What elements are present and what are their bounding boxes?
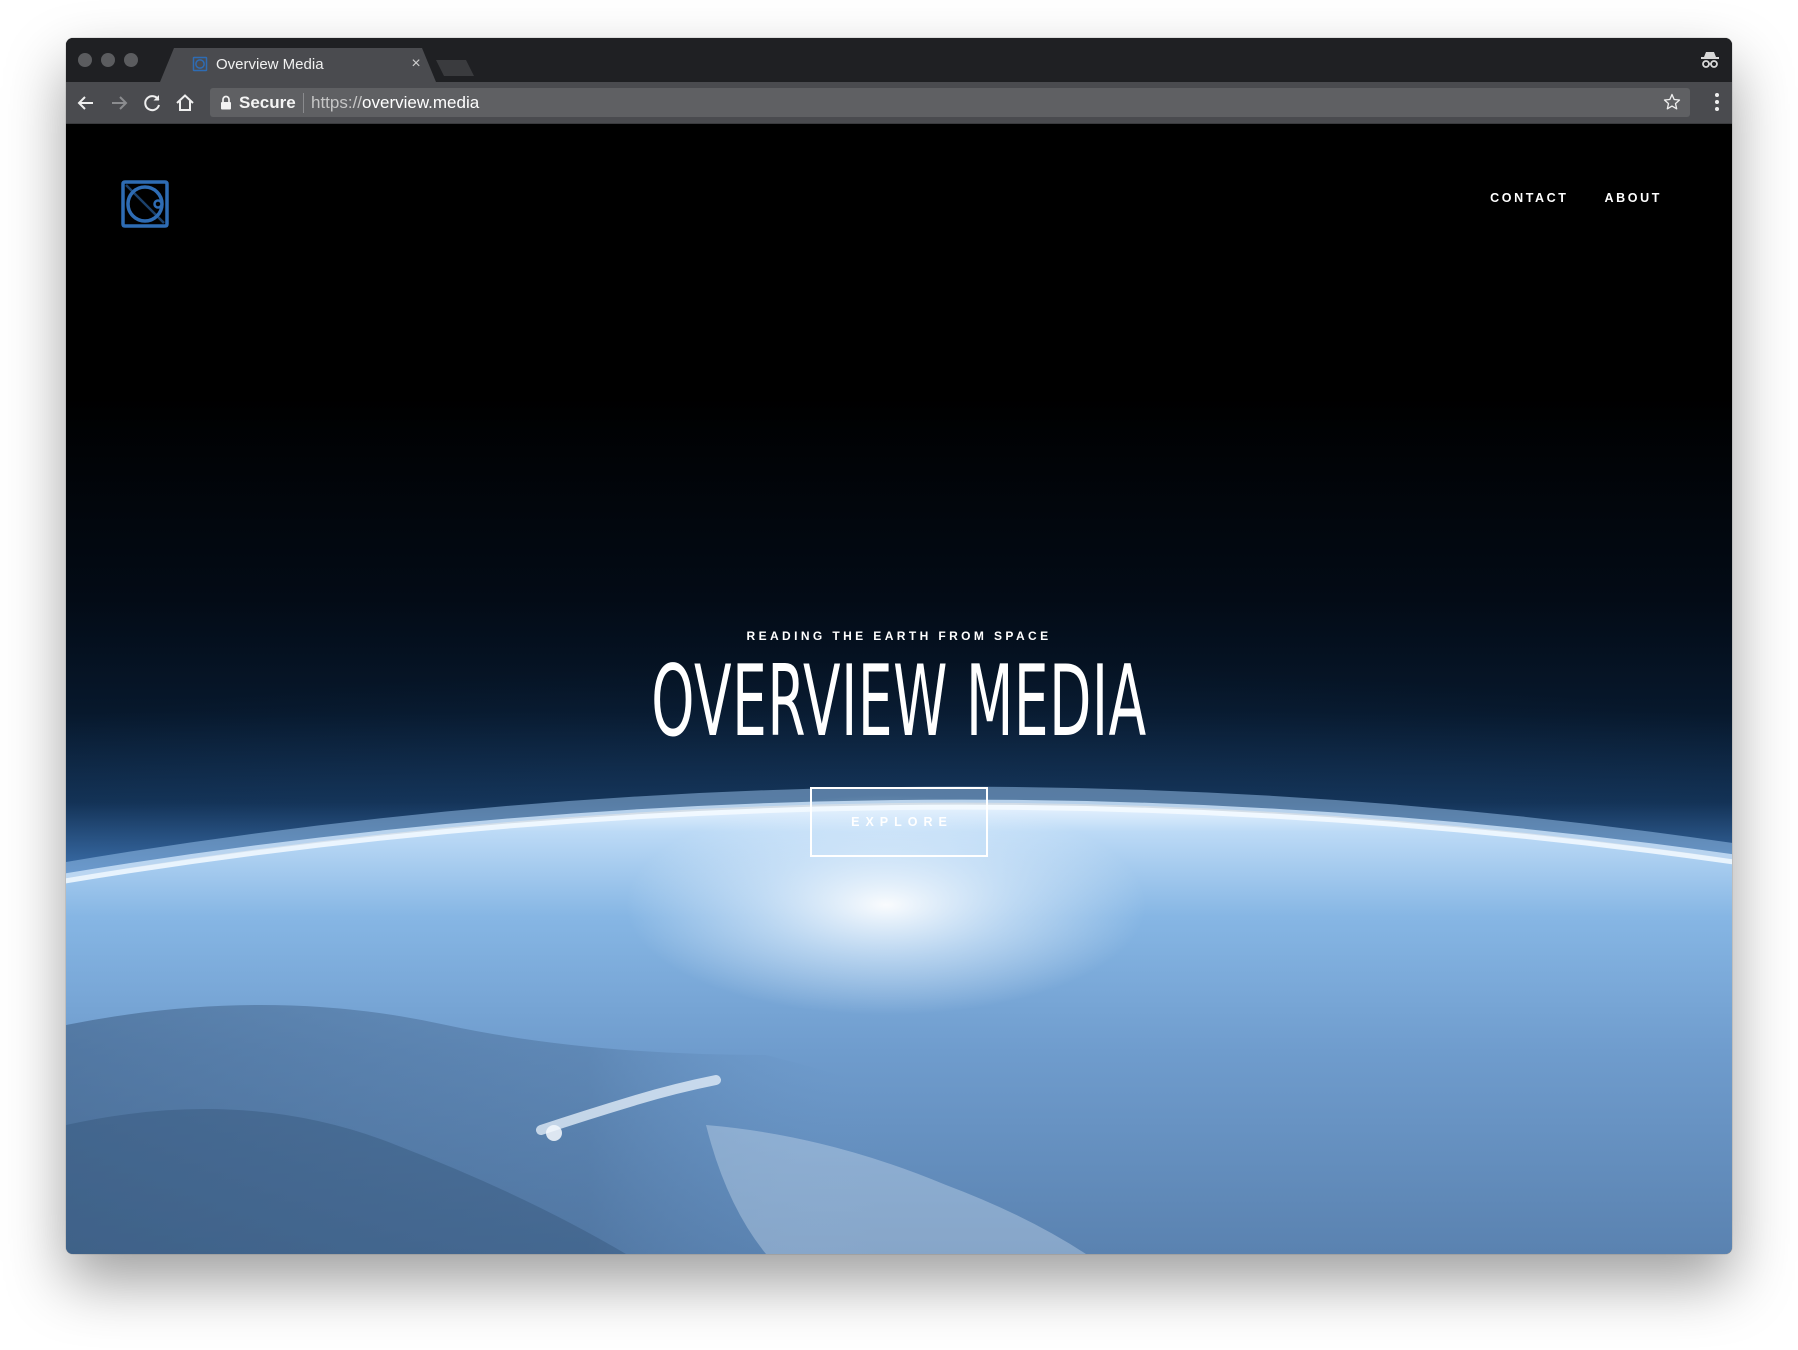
url-host: overview.media bbox=[362, 93, 480, 112]
page-viewport: CONTACT ABOUT READING THE EARTH FROM SPA… bbox=[66, 125, 1732, 1254]
hero-eyebrow: READING THE EARTH FROM SPACE bbox=[746, 629, 1052, 643]
nav-contact-link[interactable]: CONTACT bbox=[1490, 191, 1568, 205]
url-text[interactable]: https://overview.media bbox=[311, 93, 479, 113]
lock-icon bbox=[221, 95, 231, 110]
close-window-button[interactable] bbox=[78, 53, 92, 67]
incognito-icon bbox=[1701, 52, 1719, 68]
tab-title: Overview Media bbox=[216, 56, 324, 73]
maximize-window-button[interactable] bbox=[124, 53, 138, 67]
address-bar[interactable]: Secure https://overview.media bbox=[210, 88, 1690, 117]
minimize-window-button[interactable] bbox=[101, 53, 115, 67]
browser-tab[interactable]: Overview Media × bbox=[160, 48, 436, 82]
forward-arrow-icon[interactable] bbox=[107, 91, 131, 115]
site-nav: CONTACT ABOUT bbox=[1490, 191, 1662, 205]
hero-title: OVERVIEW MEDIA bbox=[651, 645, 1147, 759]
new-tab-button[interactable] bbox=[436, 60, 474, 76]
reload-icon[interactable] bbox=[140, 91, 164, 115]
nav-about-link[interactable]: ABOUT bbox=[1605, 191, 1662, 205]
menu-dots-icon[interactable] bbox=[1714, 91, 1720, 113]
security-label: Secure bbox=[239, 93, 296, 112]
star-icon[interactable] bbox=[1662, 92, 1682, 112]
omnibox-divider bbox=[303, 93, 304, 113]
tab-close-button[interactable]: × bbox=[407, 54, 425, 74]
overview-logo-icon[interactable] bbox=[118, 177, 172, 231]
explore-button[interactable]: EXPLORE bbox=[810, 787, 988, 857]
tab-strip: Overview Media × bbox=[66, 38, 1732, 82]
url-scheme: https:// bbox=[311, 93, 363, 112]
home-icon[interactable] bbox=[173, 91, 197, 115]
browser-toolbar: Secure https://overview.media bbox=[66, 82, 1732, 124]
back-arrow-icon[interactable] bbox=[74, 91, 98, 115]
overview-logo-icon bbox=[192, 56, 208, 72]
browser-window: Overview Media × Secure https://overview… bbox=[66, 38, 1732, 1254]
